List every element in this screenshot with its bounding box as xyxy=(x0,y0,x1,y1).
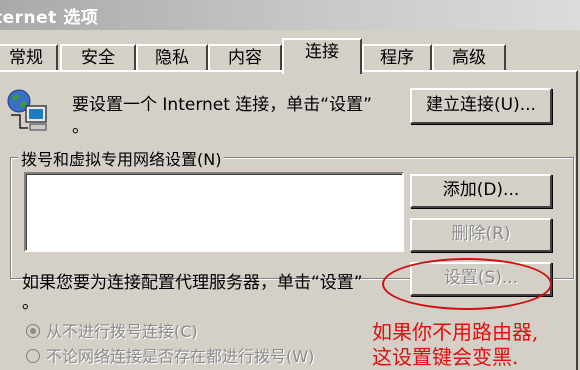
setup-text: 要设置一个 Internet 连接，单击“设置” xyxy=(72,95,372,115)
remove-button[interactable]: 删除(R) xyxy=(410,218,552,252)
window-title: ternet 选项 xyxy=(0,8,99,28)
add-button[interactable]: 添加(D)... xyxy=(410,174,552,208)
proxy-text-period: 。 xyxy=(22,293,39,313)
radio-always-dial[interactable]: 不论网络连接是否存在都进行拨号(W) xyxy=(26,343,314,367)
radio-never-dial[interactable]: 从不进行拨号连接(C) xyxy=(26,318,198,342)
connections-listbox[interactable] xyxy=(24,172,404,252)
tab-security[interactable]: 安全 xyxy=(60,44,136,72)
tab-privacy[interactable]: 隐私 xyxy=(136,44,208,72)
radio-button[interactable] xyxy=(26,349,40,363)
radio-label: 不论网络连接是否存在都进行拨号(W) xyxy=(46,347,315,366)
annotation-text-line2: 这设置键会变黑. xyxy=(372,345,519,369)
setup-connection-button[interactable]: 建立连接(U)... xyxy=(410,88,552,124)
tab-general[interactable]: 常规 xyxy=(0,44,58,72)
tab-advanced[interactable]: 高级 xyxy=(432,44,506,72)
network-computer-icon xyxy=(6,88,54,136)
setup-text-period: 。 xyxy=(72,117,89,137)
dialup-group-title: 拨号和虚拟专用网络设置(N) xyxy=(18,146,225,170)
annotation-highlight-oval xyxy=(382,258,552,310)
radio-label: 从不进行拨号连接(C) xyxy=(46,322,198,341)
proxy-text: 如果您要为连接配置代理服务器，单击“设置” xyxy=(22,273,363,293)
radio-button[interactable] xyxy=(26,324,40,338)
tab-connections[interactable]: 连接 xyxy=(282,38,362,74)
title-bar: ternet 选项 xyxy=(0,0,580,30)
tab-strip: 常规 安全 隐私 内容 连接 程序 高级 xyxy=(0,38,580,74)
tab-content[interactable]: 内容 xyxy=(208,44,282,72)
tab-programs[interactable]: 程序 xyxy=(362,44,432,72)
